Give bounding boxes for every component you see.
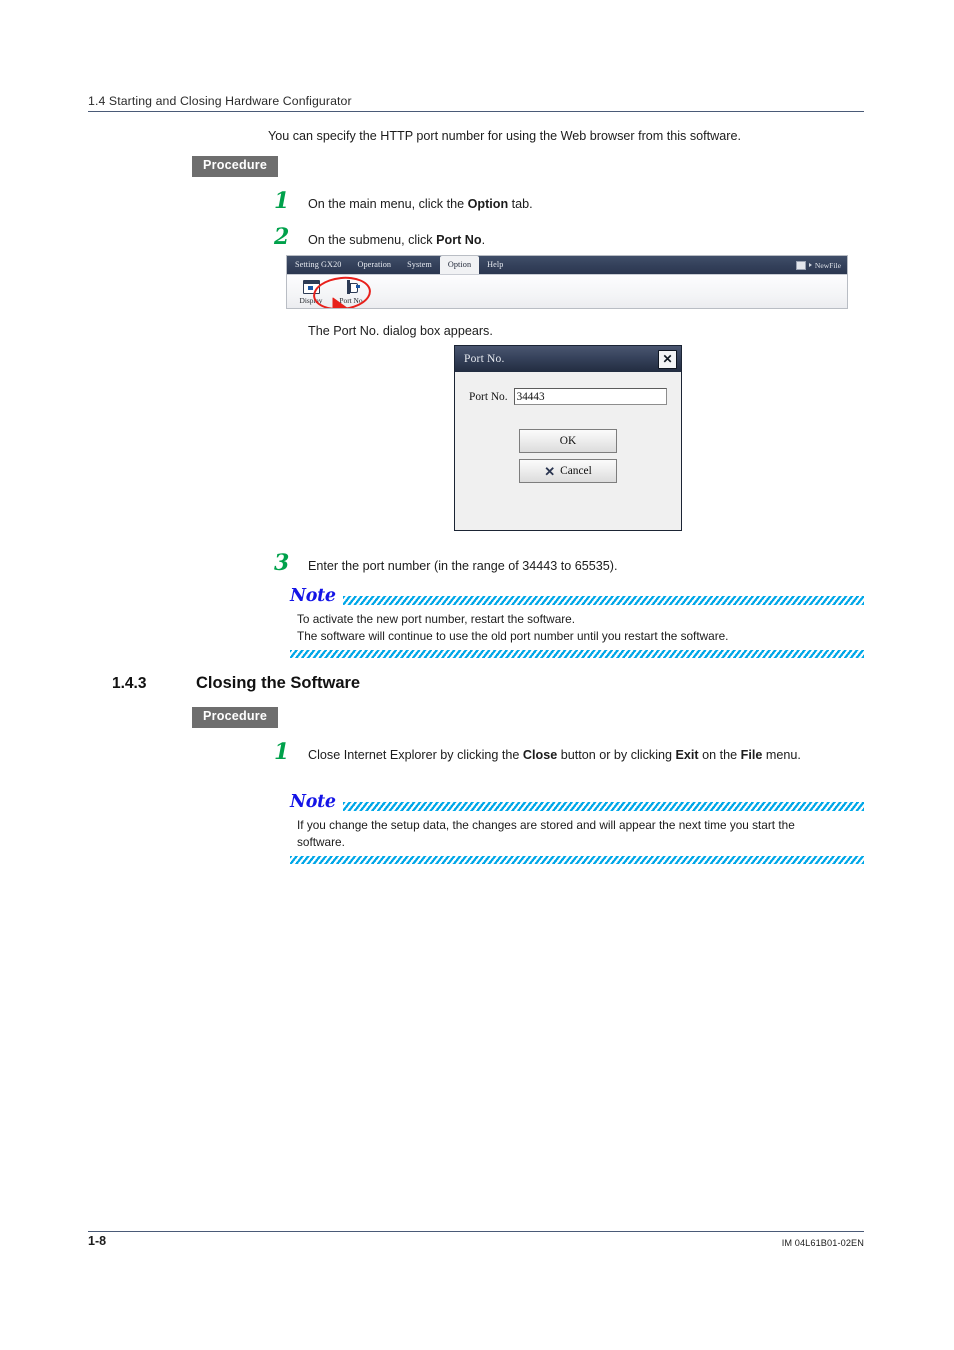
port-no-field-row: Port No. 34443 (469, 388, 667, 405)
step-2-bold: Port No (436, 233, 482, 247)
section-number: 1.4.3 (112, 675, 147, 692)
step-1-suffix: tab. (508, 197, 533, 211)
step-2: 2 On the submenu, click Port No. (274, 226, 834, 250)
app-screenshot-menu-ribbon: Setting GX20 Operation System Option Hel… (286, 255, 848, 309)
running-header-text: 1.4 Starting and Closing Hardware Config… (88, 94, 352, 108)
step-4-part-3: on the (698, 748, 741, 762)
ribbon-button-display[interactable]: Display (291, 277, 331, 305)
note-2-hatch-bottom (290, 856, 864, 865)
step-4-part-1: Close Internet Explorer by clicking the (308, 748, 523, 762)
cancel-button-label: Cancel (560, 465, 592, 477)
ok-button-label: OK (559, 435, 577, 447)
section-heading-143: 1.4.3 Closing the Software (112, 674, 360, 693)
dialog-button-group: OK ✕ Cancel (469, 429, 667, 483)
note-1-hatch-bottom (290, 650, 864, 659)
step-4-number: 1 (274, 739, 290, 765)
note-block-1: Note To activate the new port number, re… (290, 586, 864, 659)
step-4-bold-2: Exit (675, 748, 699, 762)
note-1-line-2: The software will continue to use the ol… (297, 629, 729, 644)
file-status-label: NewFile (814, 260, 841, 270)
menu-tab-operation[interactable]: Operation (349, 256, 399, 274)
step-4-bold-1: Close (522, 748, 558, 762)
menu-tab-setting-gx20[interactable]: Setting GX20 (287, 256, 349, 274)
step-1: 1 On the main menu, click the Option tab… (274, 190, 834, 214)
note-2-line-1: If you change the setup data, the change… (297, 818, 795, 832)
note-1-word: Note (290, 585, 336, 606)
header-rule (88, 111, 864, 112)
ok-button[interactable]: OK (519, 429, 617, 453)
document-page: 1.4 Starting and Closing Hardware Config… (0, 0, 954, 1350)
footer-document-code: IM 04L61B01-02EN (781, 1238, 864, 1248)
menu-tab-help[interactable]: Help (479, 256, 511, 274)
file-status-area: NewFile (795, 256, 847, 274)
note-block-2: Note If you change the setup data, the c… (290, 792, 864, 865)
procedure-badge-1: Procedure (192, 156, 279, 177)
port-no-field-label: Port No. (469, 390, 508, 403)
menu-tab-system[interactable]: System (399, 256, 440, 274)
display-window-icon (291, 278, 331, 295)
note-2-hatch-rule (342, 802, 864, 811)
dialog-titlebar: Port No. ✕ (455, 346, 681, 372)
step-4-bold-3: File (740, 748, 763, 762)
step-2-suffix: . (481, 233, 486, 247)
note-2-line-2: software. (297, 835, 345, 850)
port-no-input[interactable]: 34443 (513, 388, 667, 405)
step-4: 1 Close Internet Explorer by clicking th… (274, 741, 844, 765)
step-2-text: On the submenu, click Port No. (308, 232, 485, 250)
chevron-right-icon (808, 263, 812, 267)
note-1-body: To activate the new port number, restart… (290, 607, 864, 645)
step-1-bold: Option (467, 197, 509, 211)
dialog-body: Port No. 34443 OK ✕ Cancel (455, 372, 681, 530)
note-1-hatch-rule (342, 596, 864, 605)
note-2-word: Note (290, 791, 336, 812)
port-connector-icon (331, 278, 371, 295)
ribbon-button-display-label: Display (299, 296, 323, 305)
port-no-dialog: Port No. ✕ Port No. 34443 OK ✕ Cancel (454, 345, 682, 531)
dialog-appears-caption: The Port No. dialog box appears. (308, 324, 493, 338)
ribbon-button-port-no[interactable]: Port No (331, 277, 371, 305)
file-icon (795, 260, 806, 270)
menu-tab-option[interactable]: Option (439, 256, 480, 274)
section-title: Closing the Software (196, 674, 361, 692)
footer-rule (88, 1231, 864, 1232)
step-3-number: 3 (274, 550, 290, 576)
cancel-x-icon: ✕ (544, 463, 556, 479)
intro-paragraph: You can specify the HTTP port number for… (268, 129, 741, 143)
app-ribbon: Display Port No (287, 274, 847, 308)
close-icon[interactable]: ✕ (658, 349, 677, 369)
note-1-line-1: To activate the new port number, restart… (297, 612, 576, 626)
footer-page-number: 1-8 (88, 1234, 107, 1248)
app-menu-bar: Setting GX20 Operation System Option Hel… (287, 256, 847, 274)
running-header: 1.4 Starting and Closing Hardware Config… (88, 94, 864, 112)
note-2-body: If you change the setup data, the change… (290, 813, 864, 851)
step-1-prefix: On the main menu, click the (308, 197, 468, 211)
note-1-heading: Note (290, 586, 864, 607)
step-4-part-2: button or by clicking (557, 748, 676, 762)
step-2-prefix: On the submenu, click (308, 233, 437, 247)
step-4-text: Close Internet Explorer by clicking the … (308, 747, 801, 765)
step-1-text: On the main menu, click the Option tab. (308, 196, 533, 214)
step-3: 3 Enter the port number (in the range of… (274, 552, 854, 576)
dialog-title: Port No. (464, 353, 505, 365)
step-3-text: Enter the port number (in the range of 3… (308, 559, 618, 573)
procedure-badge-2: Procedure (192, 707, 279, 728)
ribbon-button-port-no-label: Port No (339, 296, 363, 305)
step-2-number: 2 (274, 224, 290, 250)
note-2-heading: Note (290, 792, 864, 813)
step-4-part-4: menu. (762, 748, 801, 762)
step-1-number: 1 (274, 188, 290, 214)
cancel-button[interactable]: ✕ Cancel (519, 459, 617, 483)
